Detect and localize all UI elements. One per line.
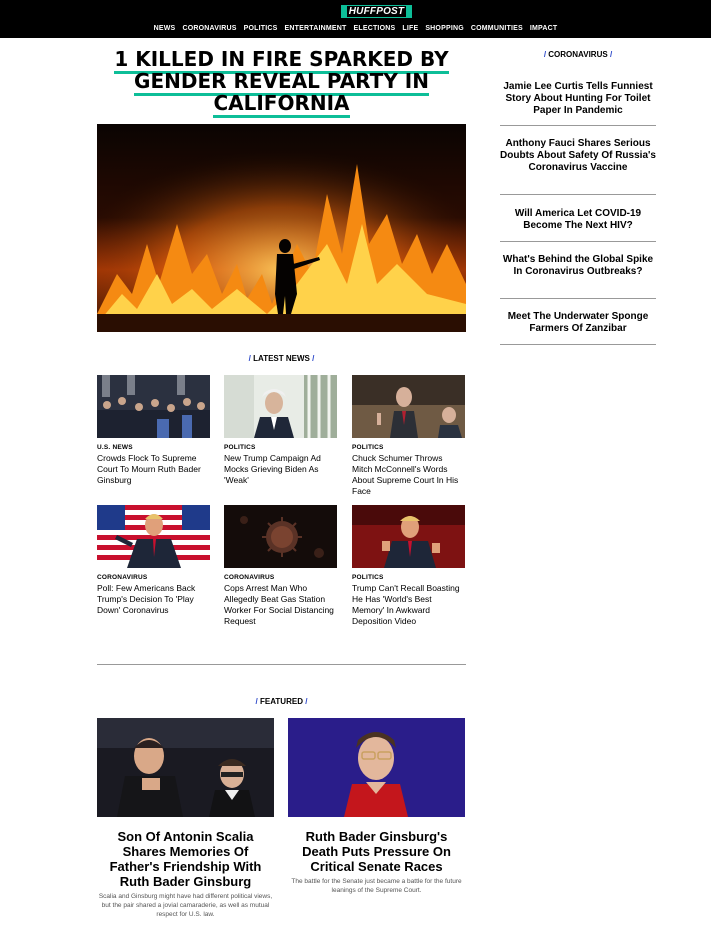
featured-card[interactable]: Ruth Bader Ginsburg's Death Puts Pressur… xyxy=(288,718,465,895)
nav-life[interactable]: LIFE xyxy=(402,23,418,37)
card-category[interactable]: POLITICS xyxy=(352,574,465,581)
featured-image[interactable] xyxy=(97,718,274,817)
card-category[interactable]: CORONAVIRUS xyxy=(97,574,210,581)
card-title[interactable]: Poll: Few Americans Back Trump's Decisio… xyxy=(97,583,210,616)
huffpost-logo[interactable]: HUFFPOST xyxy=(341,5,412,18)
card-thumbnail[interactable] xyxy=(224,375,337,438)
sidebar-story-title[interactable]: Meet The Underwater Sponge Farmers Of Za… xyxy=(508,311,649,334)
card-thumbnail[interactable] xyxy=(224,505,337,568)
sidebar-story[interactable]: What's Behind the Global Spike In Corona… xyxy=(500,254,656,299)
section-divider xyxy=(97,664,466,665)
hero-fire-image[interactable] xyxy=(97,124,466,332)
sidebar-story-title[interactable]: Anthony Fauci Shares Serious Doubts Abou… xyxy=(500,138,656,173)
latest-news-label: / LATEST NEWS / xyxy=(248,354,315,363)
card-title[interactable]: Crowds Flock To Supreme Court To Mourn R… xyxy=(97,453,210,486)
nav-impact[interactable]: IMPACT xyxy=(530,23,558,37)
nav-news[interactable]: NEWS xyxy=(154,23,176,37)
sidebar-label: / CORONAVIRUS / xyxy=(543,50,613,59)
featured-description: The battle for the Senate just became a … xyxy=(291,878,462,894)
sidebar-story-title[interactable]: Will America Let COVID-19 Become The Nex… xyxy=(515,208,641,231)
main-nav: NEWS CORONAVIRUS POLITICS ENTERTAINMENT … xyxy=(0,23,711,37)
top-bar: HUFFPOST NEWS CORONAVIRUS POLITICS ENTER… xyxy=(0,0,711,38)
sidebar-story[interactable]: Meet The Underwater Sponge Farmers Of Za… xyxy=(500,311,656,345)
nav-shopping[interactable]: SHOPPING xyxy=(425,23,464,37)
sidebar-story-title[interactable]: Jamie Lee Curtis Tells Funniest Story Ab… xyxy=(503,81,652,116)
card-title[interactable]: Trump Can't Recall Boasting He Has 'Worl… xyxy=(352,583,465,627)
card-title[interactable]: New Trump Campaign Ad Mocks Grieving Bid… xyxy=(224,453,337,486)
card-category[interactable]: CORONAVIRUS xyxy=(224,574,337,581)
card-category[interactable]: POLITICS xyxy=(224,444,337,451)
news-card[interactable]: POLITICS New Trump Campaign Ad Mocks Gri… xyxy=(224,375,337,486)
featured-title[interactable]: Ruth Bader Ginsburg's Death Puts Pressur… xyxy=(288,829,465,874)
sidebar-label-text: CORONAVIRUS xyxy=(548,50,608,59)
nav-coronavirus[interactable]: CORONAVIRUS xyxy=(182,23,236,37)
main-headline[interactable]: 1 KILLED IN FIRE SPARKED BY GENDER REVEA… xyxy=(97,47,466,118)
nav-entertainment[interactable]: ENTERTAINMENT xyxy=(285,23,347,37)
card-title[interactable]: Cops Arrest Man Who Allegedly Beat Gas S… xyxy=(224,583,337,627)
headline-text[interactable]: 1 KILLED IN FIRE SPARKED BY GENDER REVEA… xyxy=(114,47,449,118)
card-thumbnail[interactable] xyxy=(97,505,210,568)
sidebar-story[interactable]: Jamie Lee Curtis Tells Funniest Story Ab… xyxy=(500,81,656,126)
card-title[interactable]: Chuck Schumer Throws Mitch McConnell's W… xyxy=(352,453,465,497)
latest-news-label-text: LATEST NEWS xyxy=(253,354,310,363)
news-card[interactable]: CORONAVIRUS Poll: Few Americans Back Tru… xyxy=(97,505,210,616)
featured-card[interactable]: Son Of Antonin Scalia Shares Memories Of… xyxy=(97,718,274,919)
nav-communities[interactable]: COMMUNITIES xyxy=(471,23,523,37)
sidebar-story[interactable]: Will America Let COVID-19 Become The Nex… xyxy=(500,208,656,242)
card-category[interactable]: POLITICS xyxy=(352,444,465,451)
card-thumbnail[interactable] xyxy=(352,505,465,568)
card-category[interactable]: U.S. NEWS xyxy=(97,444,210,451)
card-thumbnail[interactable] xyxy=(352,375,465,438)
featured-label-text: FEATURED xyxy=(260,697,303,706)
nav-politics[interactable]: POLITICS xyxy=(244,23,278,37)
news-card[interactable]: CORONAVIRUS Cops Arrest Man Who Allegedl… xyxy=(224,505,337,627)
featured-image[interactable] xyxy=(288,718,465,817)
logo-text: HUFFPOST xyxy=(346,6,407,17)
featured-description: Scalia and Ginsburg might have had diffe… xyxy=(98,893,273,918)
news-card[interactable]: U.S. NEWS Crowds Flock To Supreme Court … xyxy=(97,375,210,486)
card-thumbnail[interactable] xyxy=(97,375,210,438)
nav-elections[interactable]: ELECTIONS xyxy=(353,23,395,37)
news-card[interactable]: POLITICS Chuck Schumer Throws Mitch McCo… xyxy=(352,375,465,497)
featured-label: / FEATURED / xyxy=(255,697,308,706)
featured-title[interactable]: Son Of Antonin Scalia Shares Memories Of… xyxy=(97,829,274,889)
sidebar-story-title[interactable]: What's Behind the Global Spike In Corona… xyxy=(503,254,653,277)
news-card[interactable]: POLITICS Trump Can't Recall Boasting He … xyxy=(352,505,465,627)
sidebar-story[interactable]: Anthony Fauci Shares Serious Doubts Abou… xyxy=(500,138,656,195)
